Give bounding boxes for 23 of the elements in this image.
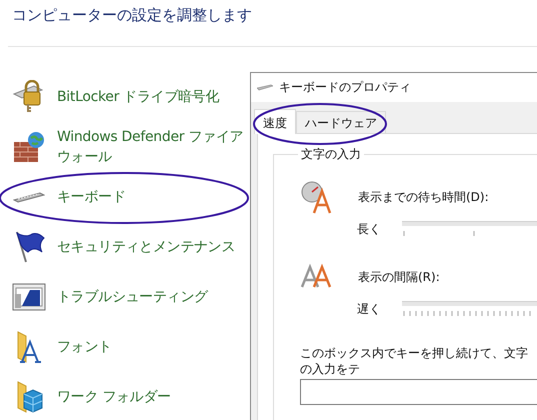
dialog-title: キーボードのプロパティ bbox=[279, 79, 411, 96]
test-instruction: このボックス内でキーを押し続けて、文字の入力をテ bbox=[300, 345, 529, 377]
test-input-field[interactable] bbox=[300, 379, 537, 405]
brick-wall-with-globe-icon bbox=[12, 130, 46, 164]
tab[interactable]: ハードウェア bbox=[296, 111, 386, 133]
control-panel-link[interactable]: BitLocker ドライブ暗号化 bbox=[57, 87, 220, 107]
slider-track[interactable] bbox=[402, 301, 537, 306]
control-panel-link[interactable]: セキュリティとメンテナンス bbox=[57, 237, 236, 257]
control-panel-link[interactable]: ワーク フォルダー bbox=[57, 387, 171, 407]
control-panel-link[interactable]: Windows Defender ファイア ウォール bbox=[57, 127, 244, 167]
setting-label: 表示の間隔(R): bbox=[358, 268, 440, 286]
scale-label: 遅く bbox=[357, 300, 382, 318]
tab[interactable]: 速度 bbox=[254, 109, 296, 134]
control-panel-link[interactable]: フォント bbox=[57, 337, 112, 357]
control-panel-link[interactable]: キーボード bbox=[57, 187, 126, 207]
page-title: コンピューターの設定を調整します bbox=[12, 5, 252, 25]
keyboard-icon bbox=[257, 82, 273, 92]
keyboard-icon bbox=[13, 192, 45, 202]
setting-label: 表示までの待ち時間(D): bbox=[358, 188, 489, 206]
control-panel-link[interactable]: トラブルシューティング bbox=[57, 287, 208, 307]
slider-track[interactable] bbox=[402, 221, 537, 226]
scale-label: 長く bbox=[357, 220, 382, 238]
group-title: 文字の入力 bbox=[300, 146, 362, 163]
